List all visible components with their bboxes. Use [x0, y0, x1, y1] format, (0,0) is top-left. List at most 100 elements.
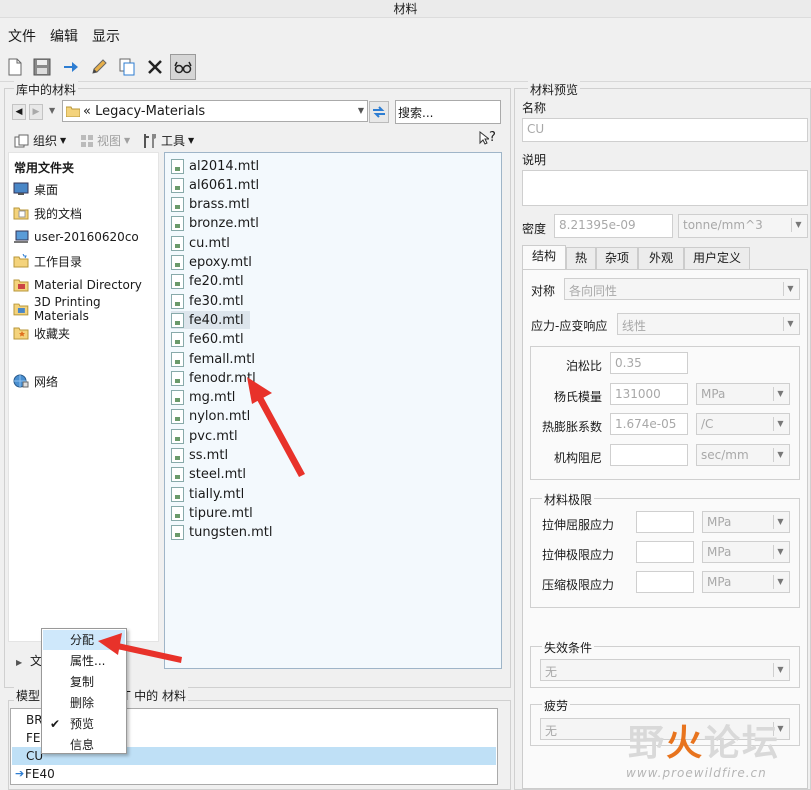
- view-menu[interactable]: 视图 ▼: [80, 132, 130, 149]
- density-unit-select[interactable]: tonne/mm^3 ▼: [678, 214, 808, 238]
- thermal-expansion-field[interactable]: 1.674e-05: [610, 413, 688, 435]
- copy-button[interactable]: [114, 54, 140, 80]
- tensile-yield-unit-select[interactable]: MPa ▼: [702, 511, 790, 533]
- favorite-desktop[interactable]: 桌面: [13, 179, 58, 199]
- file-item[interactable]: tipure.mtl: [171, 504, 259, 522]
- tensile-ultimate-unit-select[interactable]: MPa ▼: [702, 541, 790, 563]
- model-material-row-active[interactable]: ➔ FE40: [12, 765, 496, 783]
- favorite-working-dir[interactable]: 工作目录: [13, 251, 82, 271]
- file-item[interactable]: femall.mtl: [171, 350, 261, 368]
- forward-button[interactable]: ▶: [29, 104, 43, 120]
- file-item[interactable]: al6061.mtl: [171, 176, 265, 194]
- description-field[interactable]: [522, 170, 808, 206]
- file-item[interactable]: cu.mtl: [171, 234, 236, 252]
- tensile-ultimate-label: 拉伸极限应力: [542, 548, 615, 562]
- file-item[interactable]: epoxy.mtl: [171, 254, 258, 272]
- context-help-button[interactable]: ?: [479, 130, 496, 145]
- file-item[interactable]: mg.mtl: [171, 389, 241, 407]
- edit-button[interactable]: [86, 54, 112, 80]
- organize-menu[interactable]: 组织 ▼: [14, 132, 66, 149]
- name-field[interactable]: CU: [522, 118, 808, 142]
- context-item-assign[interactable]: 分配: [43, 630, 125, 650]
- file-item[interactable]: nylon.mtl: [171, 408, 256, 426]
- stress-strain-label: 应力-应变响应: [531, 319, 608, 333]
- file-item[interactable]: fe20.mtl: [171, 273, 250, 291]
- save-button[interactable]: [29, 54, 55, 80]
- file-item[interactable]: al2014.mtl: [171, 157, 265, 175]
- save-icon: [33, 58, 51, 76]
- thermal-unit-select[interactable]: /C ▼: [696, 413, 790, 435]
- import-button[interactable]: [58, 54, 84, 80]
- damping-field[interactable]: [610, 444, 688, 466]
- file-item[interactable]: brass.mtl: [171, 196, 256, 214]
- poisson-label: 泊松比: [566, 359, 603, 373]
- back-button[interactable]: ◀: [12, 104, 26, 120]
- context-item-delete[interactable]: 删除: [43, 693, 125, 713]
- compress-ultimate-unit-select[interactable]: MPa ▼: [702, 571, 790, 593]
- menu-file[interactable]: 文件: [8, 26, 36, 46]
- file-item[interactable]: fe60.mtl: [171, 331, 250, 349]
- context-item-preview[interactable]: ✔ 预览: [43, 714, 125, 734]
- bookmark-folder-icon: [13, 327, 29, 340]
- file-item[interactable]: ss.mtl: [171, 447, 234, 465]
- stress-strain-select[interactable]: 线性 ▼: [617, 313, 800, 335]
- menu-view[interactable]: 显示: [92, 26, 120, 46]
- young-unit-select[interactable]: MPa ▼: [696, 383, 790, 405]
- file-item[interactable]: steel.mtl: [171, 466, 252, 484]
- file-item[interactable]: fe40.mtl: [171, 311, 250, 330]
- compress-ultimate-field[interactable]: [636, 571, 694, 593]
- path-combobox[interactable]: « Legacy-Materials ▼: [62, 100, 368, 122]
- poisson-field[interactable]: 0.35: [610, 352, 688, 374]
- file-item[interactable]: pvc.mtl: [171, 427, 244, 445]
- back-arrow-icon: ◀: [15, 107, 23, 117]
- favorite-material-directory[interactable]: Material Directory: [13, 275, 142, 295]
- favorite-3d-printing[interactable]: 3D Printing Materials: [13, 295, 158, 323]
- tools-menu[interactable]: 工具 ▼: [142, 132, 194, 149]
- tensile-yield-label: 拉伸屈服应力: [542, 518, 615, 532]
- file-item[interactable]: fenodr.mtl: [171, 369, 262, 387]
- delete-button[interactable]: [142, 54, 168, 80]
- view-grid-icon: [81, 134, 93, 147]
- density-field[interactable]: 8.21395e-09: [554, 214, 673, 238]
- context-item-properties[interactable]: 属性...: [43, 651, 125, 671]
- favorite-bookmarks[interactable]: 收藏夹: [13, 323, 70, 343]
- young-modulus-field[interactable]: 131000: [610, 383, 688, 405]
- search-input[interactable]: 搜索...: [395, 100, 501, 124]
- tab-appearance[interactable]: 外观: [638, 247, 684, 269]
- favorite-documents[interactable]: 我的文档: [13, 203, 82, 223]
- file-item[interactable]: bronze.mtl: [171, 215, 265, 233]
- file-name: fe30.mtl: [189, 293, 244, 309]
- chevron-down-icon: ▼: [773, 663, 787, 677]
- folder-icon: [13, 279, 29, 292]
- favorite-network[interactable]: 网络: [13, 371, 58, 391]
- context-item-info[interactable]: 信息: [43, 735, 125, 755]
- refresh-icon: [373, 106, 385, 118]
- tensile-yield-field[interactable]: [636, 511, 694, 533]
- symmetry-select[interactable]: 各向同性 ▼: [564, 278, 800, 300]
- damping-unit-select[interactable]: sec/mm ▼: [696, 444, 790, 466]
- symmetry-value: 各向同性: [569, 284, 618, 298]
- file-name: al6061.mtl: [189, 177, 260, 193]
- tensile-ultimate-field[interactable]: [636, 541, 694, 563]
- failure-criteria-select[interactable]: 无 ▼: [540, 659, 790, 681]
- folder-icon: [13, 303, 29, 316]
- favorite-computer[interactable]: user-20160620co: [13, 227, 139, 247]
- pencil-icon: [92, 59, 107, 74]
- chevron-down-icon[interactable]: ▼: [358, 106, 364, 115]
- file-item[interactable]: fe30.mtl: [171, 292, 250, 310]
- folder-tree-toggle[interactable]: ▶ 文: [16, 652, 42, 669]
- tab-misc[interactable]: 杂项: [596, 247, 638, 269]
- menu-edit[interactable]: 编辑: [50, 26, 78, 46]
- tab-user-defined[interactable]: 用户定义: [684, 247, 750, 269]
- context-item-copy[interactable]: 复制: [43, 672, 125, 692]
- history-dropdown[interactable]: ▼: [49, 106, 55, 115]
- file-item[interactable]: tungsten.mtl: [171, 524, 278, 542]
- failure-criteria-title: 失效条件: [542, 639, 595, 656]
- preview-toggle-button[interactable]: [170, 54, 196, 80]
- file-item[interactable]: tially.mtl: [171, 485, 250, 503]
- tab-thermal[interactable]: 热: [566, 247, 596, 269]
- refresh-button[interactable]: [369, 101, 389, 123]
- new-file-button[interactable]: [2, 54, 28, 80]
- tab-structural[interactable]: 结构: [522, 245, 566, 269]
- file-name: fe20.mtl: [189, 274, 244, 290]
